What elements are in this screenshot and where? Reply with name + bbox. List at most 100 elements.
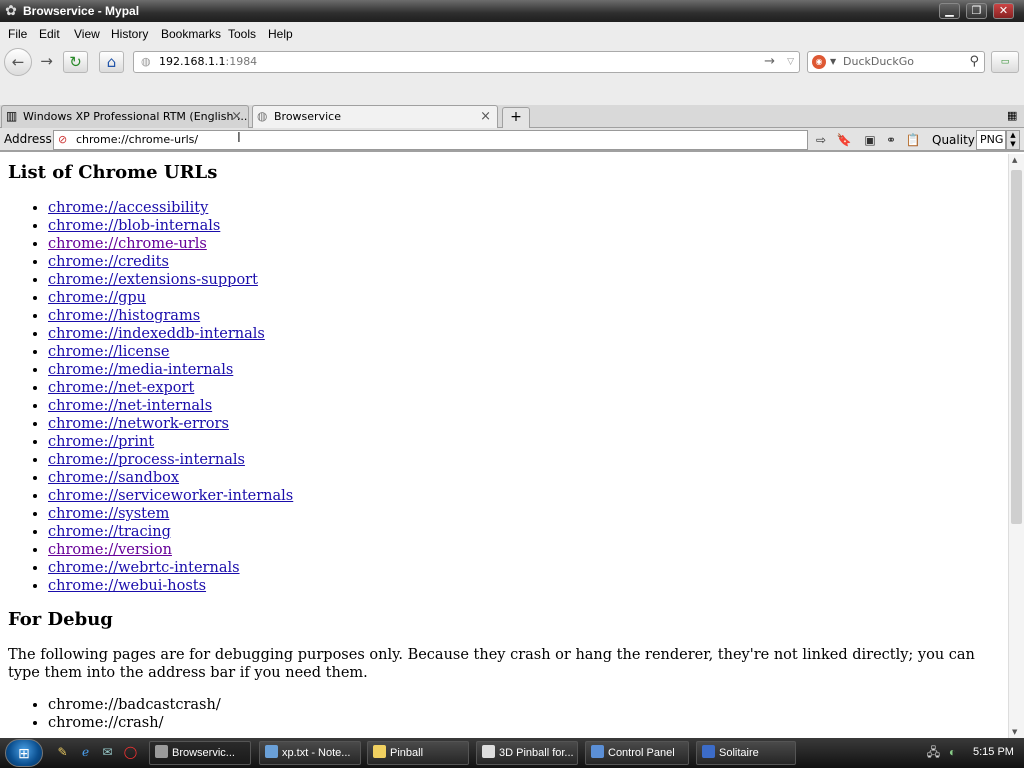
open-file-icon[interactable]: ▣ xyxy=(861,131,879,149)
tab-globe-icon: ◍ xyxy=(257,109,268,123)
scroll-up-icon[interactable]: ▲ xyxy=(1012,156,1017,164)
security-tray-icon[interactable]: ◐ xyxy=(945,745,960,760)
taskbar-button-label: Solitaire xyxy=(719,747,759,759)
network-tray-icon[interactable]: 🖧 xyxy=(926,745,941,760)
chrome-url-link[interactable]: chrome://webrtc-internals xyxy=(48,560,240,576)
address-value: chrome://chrome-urls/ xyxy=(76,133,199,146)
chrome-url-link[interactable]: chrome://net-internals xyxy=(48,398,212,414)
search-placeholder: DuckDuckGo xyxy=(843,55,914,68)
taskbar-button[interactable]: Pinball xyxy=(367,741,469,765)
chrome-url-link[interactable]: chrome://chrome-urls xyxy=(48,236,207,252)
go-icon[interactable]: ⇨ xyxy=(812,131,830,149)
chrome-url-link[interactable]: chrome://version xyxy=(48,542,172,558)
go-arrow-icon[interactable]: → xyxy=(764,52,775,72)
tab-close-icon[interactable]: × xyxy=(480,106,491,127)
search-icon[interactable]: ⚲ xyxy=(969,52,979,72)
taskbar-app-icon xyxy=(482,745,495,758)
tab-browservice[interactable]: ◍ Browservice × xyxy=(252,105,498,128)
tab-favicon-icon: ▥ xyxy=(6,109,18,123)
list-item: chrome://credits xyxy=(48,253,1000,271)
clipboard-icon[interactable]: 📋 xyxy=(904,131,922,149)
security-warning-icon: ⊘ xyxy=(58,133,68,146)
scrollbar-thumb[interactable] xyxy=(1011,170,1022,524)
clock[interactable]: 5:15 PM xyxy=(973,746,1014,758)
chrome-url-link[interactable]: chrome://serviceworker-internals xyxy=(48,488,293,504)
quality-select[interactable]: PNG xyxy=(976,130,1006,150)
chrome-url-link[interactable]: chrome://histograms xyxy=(48,308,200,324)
list-item: chrome://print xyxy=(48,433,1000,451)
list-item: chrome://webui-hosts xyxy=(48,577,1000,595)
chrome-url-link[interactable]: chrome://tracing xyxy=(48,524,171,540)
address-label: Address xyxy=(4,132,52,146)
tab-label: Browservice xyxy=(274,110,341,123)
search-box[interactable]: ◉ ▼ DuckDuckGo ⚲ xyxy=(807,51,985,73)
list-item: chrome://sandbox xyxy=(48,469,1000,487)
close-window-button[interactable]: ✕ xyxy=(993,3,1014,19)
chrome-url-link[interactable]: chrome://gpu xyxy=(48,290,146,306)
menu-tools[interactable]: Tools xyxy=(228,27,256,41)
new-tab-button[interactable]: + xyxy=(502,107,530,128)
chrome-url-link[interactable]: chrome://media-internals xyxy=(48,362,233,378)
minimize-button[interactable]: ▁ xyxy=(939,3,960,19)
chrome-url-link[interactable]: chrome://process-internals xyxy=(48,452,245,468)
chrome-url-link[interactable]: chrome://credits xyxy=(48,254,169,270)
list-item: chrome://media-internals xyxy=(48,361,1000,379)
bookmark-icon[interactable]: 🔖 xyxy=(835,131,853,149)
back-icon[interactable]: ← xyxy=(4,48,32,76)
search-engine-dropdown-icon[interactable]: ▼ xyxy=(830,52,836,72)
list-item: chrome://net-internals xyxy=(48,397,1000,415)
list-item: chrome://serviceworker-internals xyxy=(48,487,1000,505)
page-heading: List of Chrome URLs xyxy=(8,162,218,183)
duckduckgo-icon[interactable]: ◉ xyxy=(812,55,826,69)
tab-list-icon[interactable]: ▦ xyxy=(1007,109,1017,122)
find-icon[interactable]: ⚭ xyxy=(882,131,900,149)
vertical-scrollbar[interactable]: ▲ ▼ xyxy=(1008,154,1024,738)
extension-icon[interactable]: ▭ xyxy=(991,51,1019,73)
chrome-url-link[interactable]: chrome://indexeddb-internals xyxy=(48,326,265,342)
start-button[interactable]: ⊞ xyxy=(5,739,43,767)
chrome-url-link[interactable]: chrome://extensions-support xyxy=(48,272,258,288)
quicklaunch-paint-icon[interactable]: ✎ xyxy=(55,745,70,760)
home-icon[interactable]: ⌂ xyxy=(99,51,124,73)
debug-description: The following pages are for debugging pu… xyxy=(8,647,975,681)
tab-windows-xp[interactable]: ▥ Windows XP Professional RTM (English .… xyxy=(1,105,249,128)
quality-spinner-icon[interactable]: ▲ ▼ xyxy=(1006,130,1020,150)
taskbar-button[interactable]: Control Panel xyxy=(585,741,689,765)
maximize-button[interactable]: ❐ xyxy=(966,3,987,19)
chrome-url-link[interactable]: chrome://print xyxy=(48,434,154,450)
menu-bookmarks[interactable]: Bookmarks xyxy=(161,27,221,41)
taskbar-button[interactable]: Browservic... xyxy=(149,741,251,765)
url-dropdown-icon[interactable]: ▽ xyxy=(787,52,794,72)
chrome-url-link[interactable]: chrome://webui-hosts xyxy=(48,578,206,594)
address-input[interactable]: ⊘ chrome://chrome-urls/ I xyxy=(53,130,808,150)
chrome-url-link[interactable]: chrome://license xyxy=(48,344,169,360)
taskbar-button[interactable]: 3D Pinball for... xyxy=(476,741,578,765)
menu-bar: File Edit View History Bookmarks Tools H… xyxy=(0,22,1024,45)
quicklaunch-ie-icon[interactable]: ℯ xyxy=(78,745,93,760)
quicklaunch-outlook-icon[interactable]: ✉ xyxy=(100,745,115,760)
menu-file[interactable]: File xyxy=(8,27,27,41)
list-item: chrome://chrome-urls xyxy=(48,235,1000,253)
menu-history[interactable]: History xyxy=(111,27,148,41)
chrome-url-link[interactable]: chrome://accessibility xyxy=(48,200,208,216)
globe-icon: ◍ xyxy=(141,55,151,68)
window-title: Browservice - Mypal xyxy=(23,4,140,18)
taskbar-button[interactable]: xp.txt - Note... xyxy=(259,741,361,765)
url-bar[interactable]: ◍ 192.168.1.1:1984 → ▽ xyxy=(133,51,800,73)
taskbar: ⊞ ✎ ℯ ✉ ◯ Browservic... xp.txt - Note... P… xyxy=(0,738,1024,768)
chrome-url-link[interactable]: chrome://system xyxy=(48,506,169,522)
tab-close-icon[interactable]: × xyxy=(231,106,242,127)
taskbar-button[interactable]: Solitaire xyxy=(696,741,796,765)
chrome-url-link[interactable]: chrome://net-export xyxy=(48,380,194,396)
list-item: chrome://network-errors xyxy=(48,415,1000,433)
reload-icon[interactable]: ↻ xyxy=(63,51,88,73)
menu-help[interactable]: Help xyxy=(268,27,293,41)
menu-view[interactable]: View xyxy=(74,27,100,41)
chrome-url-link[interactable]: chrome://sandbox xyxy=(48,470,179,486)
chrome-url-link[interactable]: chrome://network-errors xyxy=(48,416,229,432)
menu-edit[interactable]: Edit xyxy=(39,27,60,41)
quicklaunch-opera-icon[interactable]: ◯ xyxy=(123,745,138,760)
scroll-down-icon[interactable]: ▼ xyxy=(1012,728,1017,736)
forward-icon[interactable]: → xyxy=(34,51,59,73)
chrome-url-link[interactable]: chrome://blob-internals xyxy=(48,218,220,234)
